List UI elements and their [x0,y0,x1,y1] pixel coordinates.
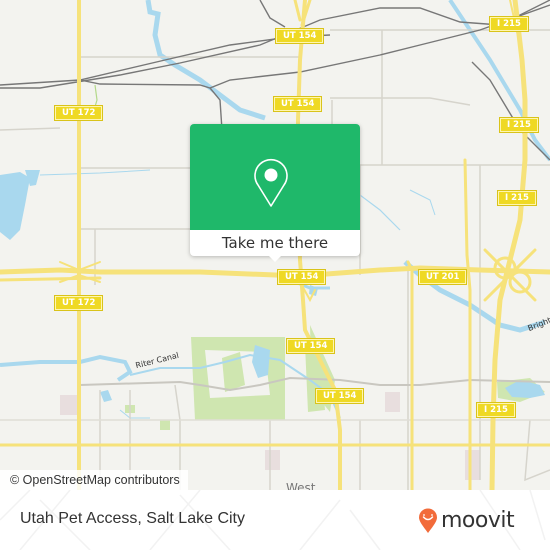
popup-header [190,124,360,230]
west-label: West [286,481,316,490]
location-popup[interactable]: Take me there [190,124,360,262]
landuse-area [465,450,480,480]
route-shield-ut-154: UT 154 [272,96,323,112]
route-shield-i-215: I 215 [497,190,537,206]
take-me-there-button[interactable]: Take me there [190,230,360,256]
map-attribution[interactable]: © OpenStreetMap contributors [0,470,188,490]
route-shield-ut-154: UT 154 [285,338,336,354]
route-shield-ut-201: UT 201 [417,269,468,285]
map-view[interactable]: UT 154 UT 154 I 215 I 215 I 215 UT 172 U… [0,0,550,490]
popup-pointer [268,255,282,262]
landuse-area [265,450,280,470]
moovit-wordmark: moovit [441,508,515,533]
route-shield-i-215: I 215 [476,402,516,418]
route-shield-i-215: I 215 [489,16,529,32]
landuse-area [385,392,400,412]
park-small [160,420,170,430]
route-shield-ut-154: UT 154 [274,28,325,44]
route-shield-ut-172: UT 172 [53,105,104,121]
route-shield-ut-172: UT 172 [53,295,104,311]
route-shield-i-215: I 215 [499,117,539,133]
route-shield-ut-154: UT 154 [314,388,365,404]
footer: Utah Pet Access, Salt Lake City moovit [0,490,550,550]
map-pin-icon [254,158,288,207]
moovit-pin-icon [419,508,437,533]
moovit-logo[interactable]: moovit [418,508,515,534]
route-shield-ut-154: UT 154 [276,269,327,285]
place-title: Utah Pet Access, Salt Lake City [20,510,245,527]
